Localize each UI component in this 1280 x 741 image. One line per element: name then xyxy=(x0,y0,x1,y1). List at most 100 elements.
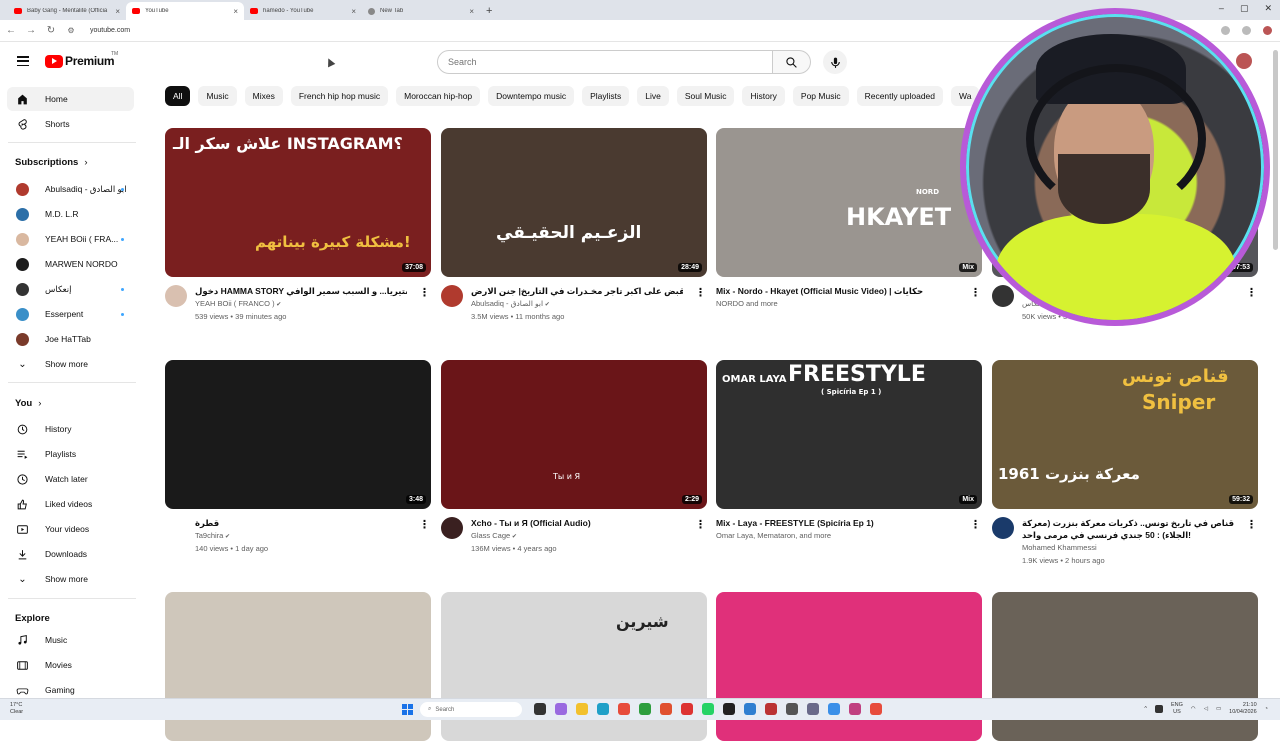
hamburger-menu-icon[interactable] xyxy=(17,56,29,66)
sidebar-item-downloads[interactable]: Downloads xyxy=(7,542,134,566)
sidebar-item-liked-videos[interactable]: Liked videos xyxy=(7,492,134,516)
xbox-icon[interactable] xyxy=(639,703,651,715)
video-title[interactable]: قطرة xyxy=(195,518,407,529)
channel-name[interactable]: Ta9chira ✔ xyxy=(195,531,230,540)
app-icon[interactable] xyxy=(765,703,777,715)
sidebar-item-subscription[interactable]: Abulsadiq - ابو الصادق xyxy=(7,177,134,201)
browser-tab[interactable]: hamedo - YouTube × xyxy=(244,2,362,20)
task-view-icon[interactable] xyxy=(534,703,546,715)
file-explorer-icon[interactable] xyxy=(576,703,588,715)
volume-icon[interactable]: ◁ xyxy=(1204,706,1208,712)
weather-widget[interactable]: 17°C Clear xyxy=(10,702,23,716)
sidebar-item-subscription[interactable]: Esserpent xyxy=(7,302,134,326)
wifi-icon[interactable]: ◠ xyxy=(1191,706,1196,712)
maximize-button[interactable]: ▢ xyxy=(1240,3,1249,14)
app-icon[interactable] xyxy=(681,703,693,715)
tray-app-icon[interactable] xyxy=(1154,705,1163,713)
video-title-line2[interactable]: الجلاء) : 50 جندي فرنسي في مرمى واحد! xyxy=(1022,530,1234,541)
channel-name[interactable]: Glass Cage ✔ xyxy=(471,531,517,540)
video-card[interactable]: 3:48 قطرة Ta9chira ✔ 140 views • 1 day ago ⋮ xyxy=(165,360,431,569)
browser-tab[interactable]: New Tab × xyxy=(362,2,480,20)
show-more-subscriptions[interactable]: ⌄ Show more xyxy=(7,352,134,376)
more-options-icon[interactable]: ⋮ xyxy=(419,286,430,299)
more-options-icon[interactable]: ⋮ xyxy=(695,286,706,299)
app-icon[interactable] xyxy=(744,703,756,715)
channel-avatar[interactable] xyxy=(441,517,463,539)
video-thumbnail[interactable]: 3:48 xyxy=(165,360,431,509)
minimize-button[interactable]: – xyxy=(1219,3,1224,14)
more-options-icon[interactable]: ⋮ xyxy=(970,286,981,299)
channel-name[interactable]: YEAH BOii ( FRANCO ) ✔ xyxy=(195,299,281,308)
video-thumbnail[interactable]: HKAYET NORD Mix xyxy=(716,128,982,277)
copilot-icon[interactable] xyxy=(555,703,567,715)
video-card[interactable]: الزعـيم الحقيـقي 28:49 عملية القبض على اكب… xyxy=(441,128,707,337)
more-options-icon[interactable]: ⋮ xyxy=(1246,518,1257,531)
account-avatar[interactable] xyxy=(1236,53,1252,69)
channel-avatar[interactable] xyxy=(992,517,1014,539)
filter-chip[interactable]: All xyxy=(165,86,191,106)
sidebar-item-subscription[interactable]: Joe HaTTab xyxy=(7,327,134,351)
video-thumbnail[interactable]: قناص تونس Sniper معركة بنزرت 1961 59:32 xyxy=(992,360,1258,509)
edge-icon[interactable] xyxy=(597,703,609,715)
channel-name[interactable]: NORDO and more xyxy=(716,299,778,308)
tray-chevron-icon[interactable]: ^ xyxy=(1144,706,1147,712)
subscriptions-heading[interactable]: Subscriptions › xyxy=(15,157,88,168)
app-icon[interactable] xyxy=(849,703,861,715)
battery-icon[interactable]: ▭ xyxy=(1216,706,1221,712)
video-title[interactable]: عملية القبض على اكبر تاجر مخـدرات في الت… xyxy=(471,286,683,297)
site-info-icon[interactable]: ⚙ xyxy=(66,26,76,35)
sidebar-item-subscription[interactable]: إنعكاس xyxy=(7,277,134,301)
channel-avatar[interactable] xyxy=(441,285,463,307)
filter-chip[interactable]: Playlists xyxy=(582,86,630,106)
video-title[interactable]: أخطر قناص في تاريخ تونس.. ذكريات معركة ب… xyxy=(1022,518,1234,529)
search-box[interactable] xyxy=(437,50,773,74)
video-thumbnail[interactable]: الزعـيم الحقيـقي 28:49 xyxy=(441,128,707,277)
channel-name[interactable]: Mohamed Khammessi xyxy=(1022,543,1097,552)
channel-avatar[interactable] xyxy=(165,285,187,307)
sidebar-item-subscription[interactable]: YEAH BOii ( FRA... xyxy=(7,227,134,251)
filter-chip[interactable]: Mixes xyxy=(244,86,283,106)
app-icon[interactable] xyxy=(723,703,735,715)
more-options-icon[interactable]: ⋮ xyxy=(970,518,981,531)
notification-icon[interactable]: ◔ xyxy=(1265,706,1268,712)
page-scrollbar[interactable] xyxy=(1273,50,1278,250)
more-options-icon[interactable]: ⋮ xyxy=(695,518,706,531)
clock[interactable]: 21:10 10/04/2026 xyxy=(1229,702,1257,716)
video-title[interactable]: Mix - Laya - FREESTYLE (Spicíria Ep 1) xyxy=(716,518,928,529)
close-tab-icon[interactable]: × xyxy=(233,7,238,16)
sidebar-item-watch-later[interactable]: Watch later xyxy=(7,467,134,491)
new-tab-button[interactable]: + xyxy=(486,2,492,20)
channel-avatar[interactable] xyxy=(165,517,187,539)
video-card[interactable]: HKAYET NORD Mix Mix - Nordo - Hkayet (Offic… xyxy=(716,128,982,337)
app-icon[interactable] xyxy=(786,703,798,715)
sidebar-item-subscription[interactable]: M.D. L.R xyxy=(7,202,134,226)
language-indicator[interactable]: ENG US xyxy=(1171,702,1183,716)
video-card[interactable]: علاش سكر الـ INSTAGRAM؟ مشكلة كبيرة بينات… xyxy=(165,128,431,337)
you-heading[interactable]: You › xyxy=(15,398,41,409)
reload-icon[interactable]: ↻ xyxy=(46,25,56,36)
sidebar-item-history[interactable]: History xyxy=(7,417,134,441)
back-icon[interactable]: ← xyxy=(6,25,16,36)
url-field[interactable]: youtube.com xyxy=(90,27,130,34)
close-tab-icon[interactable]: × xyxy=(115,7,120,16)
close-window-button[interactable]: ✕ xyxy=(1264,3,1272,14)
video-title[interactable]: Xcho - Ты и Я (Official Audio) xyxy=(471,518,683,529)
sidebar-item-music[interactable]: Music xyxy=(7,628,134,652)
whatsapp-icon[interactable] xyxy=(702,703,714,715)
search-button[interactable] xyxy=(773,50,811,74)
filter-chip[interactable]: Live xyxy=(637,86,669,106)
filter-chip[interactable]: French hip hop music xyxy=(290,86,389,106)
filter-chip[interactable]: Moroccan hip-hop xyxy=(396,86,481,106)
browser-tab[interactable]: YouTube × xyxy=(126,2,244,20)
search-input[interactable] xyxy=(448,57,748,67)
filter-chip[interactable]: Soul Music xyxy=(676,86,735,106)
filter-chip[interactable]: History xyxy=(742,86,785,106)
app-icon[interactable] xyxy=(828,703,840,715)
video-thumbnail[interactable]: علاش سكر الـ INSTAGRAM؟ مشكلة كبيرة بينات… xyxy=(165,128,431,277)
youtube-premium-logo[interactable]: Premium TM xyxy=(45,51,118,68)
app-icon[interactable] xyxy=(660,703,672,715)
show-more-you[interactable]: ⌄ Show more xyxy=(7,567,134,591)
video-thumbnail[interactable]: Ты и Я 2:29 xyxy=(441,360,707,509)
more-options-icon[interactable]: ⋮ xyxy=(419,518,430,531)
sidebar-item-movies[interactable]: Movies xyxy=(7,653,134,677)
